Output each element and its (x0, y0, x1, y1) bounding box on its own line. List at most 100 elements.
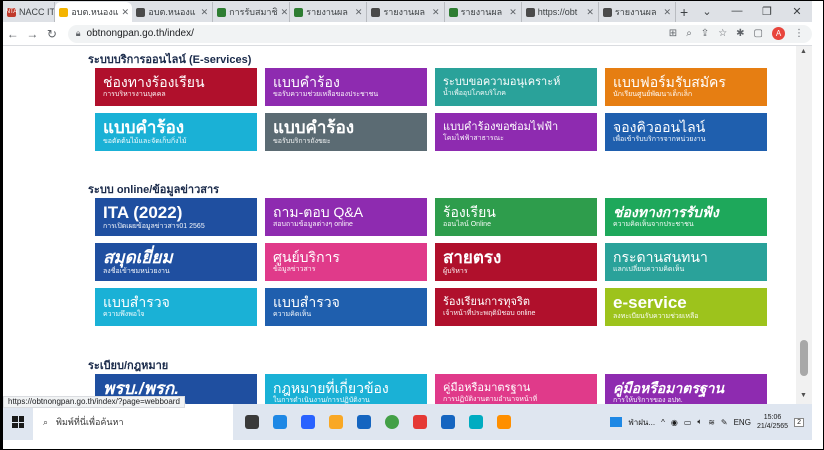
page-scrollbar[interactable]: ▲ ▼ (796, 46, 812, 404)
clock[interactable]: 15:06 21/4/2565 (757, 413, 788, 431)
service-tile-link[interactable]: แบบคำร้อง ขอรับบริการถังขยะ (265, 113, 427, 151)
store-app-icon[interactable] (301, 415, 315, 429)
scroll-up-arrow-icon[interactable]: ▲ (800, 48, 807, 55)
browser-tab[interactable]: รายงานผล ✕ (599, 2, 677, 22)
scrollbar-thumb[interactable] (800, 340, 808, 376)
translate-icon[interactable]: ⊞ (669, 28, 677, 39)
teams-app-icon[interactable] (469, 415, 483, 429)
service-tile-link[interactable]: สมุดเยี่ยม ลงชื่อเข้าชมหน่วยงาน (95, 243, 257, 281)
forward-button[interactable]: → (23, 27, 43, 41)
minimize-button[interactable]: — (722, 5, 752, 17)
tile-title: ร้องเรียน (443, 204, 496, 220)
share-icon[interactable]: ⇪ (701, 28, 709, 39)
service-tile-link[interactable]: แบบคำร้อง ขอตัดต้นไม้และจัดเก็บกิ่งไม้ (95, 113, 257, 151)
extensions-icon[interactable]: ✱ (736, 28, 744, 39)
tab-close-icon[interactable]: ✕ (509, 7, 517, 18)
bookmark-star-icon[interactable]: ☆ (718, 28, 727, 39)
tab-search-icon[interactable]: ⌄ (692, 5, 722, 18)
profile-avatar[interactable]: A (772, 27, 785, 40)
taskbar-apps (245, 415, 511, 429)
browser-tab[interactable]: การรับสมาชิ ✕ (213, 2, 291, 22)
address-bar[interactable]: 🔒︎ obtnongpan.go.th/index/ ⊞ ⌕ ⇪ ☆ ✱ ▢ A… (67, 24, 812, 43)
service-tile-link[interactable]: e-service ลงทะเบียนรับความช่วยเหลือ (605, 288, 767, 326)
browser-tab[interactable]: รายงานผล ✕ (445, 2, 522, 22)
tile-title: จองคิวออนไลน์ (613, 119, 706, 135)
lock-icon[interactable]: 🔒︎ (76, 28, 81, 39)
tray-overflow-chevron-icon[interactable]: ^ (661, 418, 665, 427)
tile-title: ถาม-ตอบ Q&A (273, 204, 364, 220)
tile-subtitle: เพื่อเข้ารับบริการจากหน่วยงาน (613, 136, 706, 143)
service-tile-link[interactable]: ช่องทางการรับฟัง ความคิดเห็นจากประชาชน (605, 198, 767, 236)
tile-title: สมุดเยี่ยม (103, 247, 173, 267)
weather-icon[interactable] (610, 417, 623, 427)
back-button[interactable]: ← (3, 27, 23, 41)
tab-close-icon[interactable]: ✕ (586, 7, 594, 18)
file-explorer-icon[interactable] (329, 415, 343, 429)
service-tile-link[interactable]: ศูนย์บริการ ข้อมูลข่าวสาร (265, 243, 427, 281)
search-icon: ⌕ (43, 416, 49, 427)
new-tab-button[interactable]: + (676, 2, 692, 22)
taskbar-search-box[interactable]: ⌕ พิมพ์ที่นี่เพื่อค้นหา (33, 404, 233, 440)
browser-tab[interactable]: อบต.หนองแ ✕ (55, 2, 133, 22)
opera-browser-icon[interactable] (413, 415, 427, 429)
tab-close-icon[interactable]: ✕ (122, 7, 130, 18)
service-tile-link[interactable]: ร้องเรียน ออนไลน์ Online (435, 198, 597, 236)
browser-tab[interactable]: อบต.หนองแ ✕ (132, 2, 214, 22)
tab-close-icon[interactable]: ✕ (432, 7, 440, 18)
tile-subtitle: แลกเปลี่ยนความคิดเห็น (613, 266, 685, 273)
chrome-browser-icon[interactable] (385, 415, 399, 429)
task-view-icon[interactable] (245, 415, 259, 429)
zoom-icon[interactable]: ⌕ (686, 28, 692, 39)
side-panel-icon[interactable]: ▢ (754, 28, 763, 39)
tab-close-icon[interactable]: ✕ (281, 7, 289, 18)
network-icon[interactable]: ◉ (671, 418, 678, 427)
battery-icon[interactable]: ▭ (684, 418, 692, 427)
browser-tab-strip: NTANACC ITA✕อบต.หนองแ✕อบต.หนองแ✕การรับสม… (3, 0, 812, 22)
tab-close-icon[interactable]: ✕ (664, 7, 672, 18)
word-app-icon[interactable] (441, 415, 455, 429)
service-tile-link[interactable]: ITA (2022) การเปิดเผยข้อมูลข่าวสาร01 2565 (95, 198, 257, 236)
wifi-icon[interactable]: ≋ (708, 418, 715, 427)
service-tile-link[interactable]: แบบฟอร์มรับสมัคร นักเรียนศูนย์พัฒนาเด็กเล… (605, 68, 767, 106)
service-tile-link[interactable]: ช่องทางร้องเรียน การบริหารงานบุคคล (95, 68, 257, 106)
service-tile-link[interactable]: กระดานสนทนา แลกเปลี่ยนความคิดเห็น (605, 243, 767, 281)
service-tile-link[interactable]: ถาม-ตอบ Q&A สอบถามข้อมูลต่างๆ online (265, 198, 427, 236)
menu-kebab-icon[interactable]: ⋮ (794, 28, 804, 39)
tab-close-icon[interactable]: ✕ (201, 7, 209, 18)
service-tile-link[interactable]: แบบสำรวจ ความพึงพอใจ (95, 288, 257, 326)
volume-icon[interactable]: 🔈︎ (697, 417, 702, 427)
start-button[interactable] (3, 404, 33, 440)
pen-icon[interactable]: ✎ (721, 418, 728, 427)
close-window-button[interactable]: ✕ (782, 5, 812, 18)
service-tile-link[interactable]: แบบสำรวจ ความคิดเห็น (265, 288, 427, 326)
notification-icon[interactable]: 2 (794, 417, 804, 427)
weather-text[interactable]: ฟ่าฝน... (628, 416, 655, 429)
maximize-button[interactable]: ❐ (752, 5, 782, 18)
service-tile-link[interactable]: จองคิวออนไลน์ เพื่อเข้ารับบริการจากหน่วยง… (605, 113, 767, 151)
browser-tab[interactable]: https://obt ✕ (522, 2, 599, 22)
tile-subtitle: การบริหารงานบุคคล (103, 91, 166, 98)
service-tile-link[interactable]: คู่มือหรือมาตรฐาน การให้บริการของ อปท. (605, 374, 767, 404)
mail-app-icon[interactable] (273, 415, 287, 429)
reload-button[interactable]: ↻ (42, 27, 62, 41)
tile-subtitle: ลงชื่อเข้าชมหน่วยงาน (103, 267, 170, 275)
browser-tab[interactable]: รายงานผล ✕ (367, 2, 445, 22)
service-tile-link[interactable]: ระบบขอความอนุเคราะห์ น้ำเพื่ออุปโภคบริโภค (435, 68, 597, 106)
browser-tab[interactable]: NTANACC ITA✕ (3, 2, 56, 22)
tab-label: https://obt (537, 7, 578, 17)
language-indicator[interactable]: ENG (734, 418, 751, 427)
tab-close-icon[interactable]: ✕ (355, 7, 363, 18)
tile-title: แบบสำรวจ (103, 294, 170, 310)
tile-subtitle: ความคิดเห็นจากประชาชน (613, 221, 694, 228)
service-tile-link[interactable]: แบบคำร้อง ขอรับความช่วยเหลือของประชาชน (265, 68, 427, 106)
service-tile-link[interactable]: กฎหมายที่เกี่ยวข้อง ในการดำเนินงาน/การปฏิ… (265, 374, 427, 404)
browser-tab[interactable]: รายงานผล ✕ (290, 2, 368, 22)
service-tile-link[interactable]: แบบคำร้องขอซ่อมไฟฟ้า โคมไฟฟ้าสาธารณะ (435, 113, 597, 151)
photos-app-icon[interactable] (497, 415, 511, 429)
service-tile-link[interactable]: ร้องเรียนการทุจริต เจ้าหน้าที่ประพฤติมิชอ… (435, 288, 597, 326)
service-tile-link[interactable]: สายตรง ผู้บริหาร (435, 243, 597, 281)
scroll-down-arrow-icon[interactable]: ▼ (800, 392, 807, 399)
service-tile-link[interactable]: คู่มือหรือมาตรฐาน การปฏิบัติงานตามอำนาจหน… (435, 374, 597, 404)
tab-favicon-icon (448, 7, 458, 17)
edge-browser-icon[interactable] (357, 415, 371, 429)
